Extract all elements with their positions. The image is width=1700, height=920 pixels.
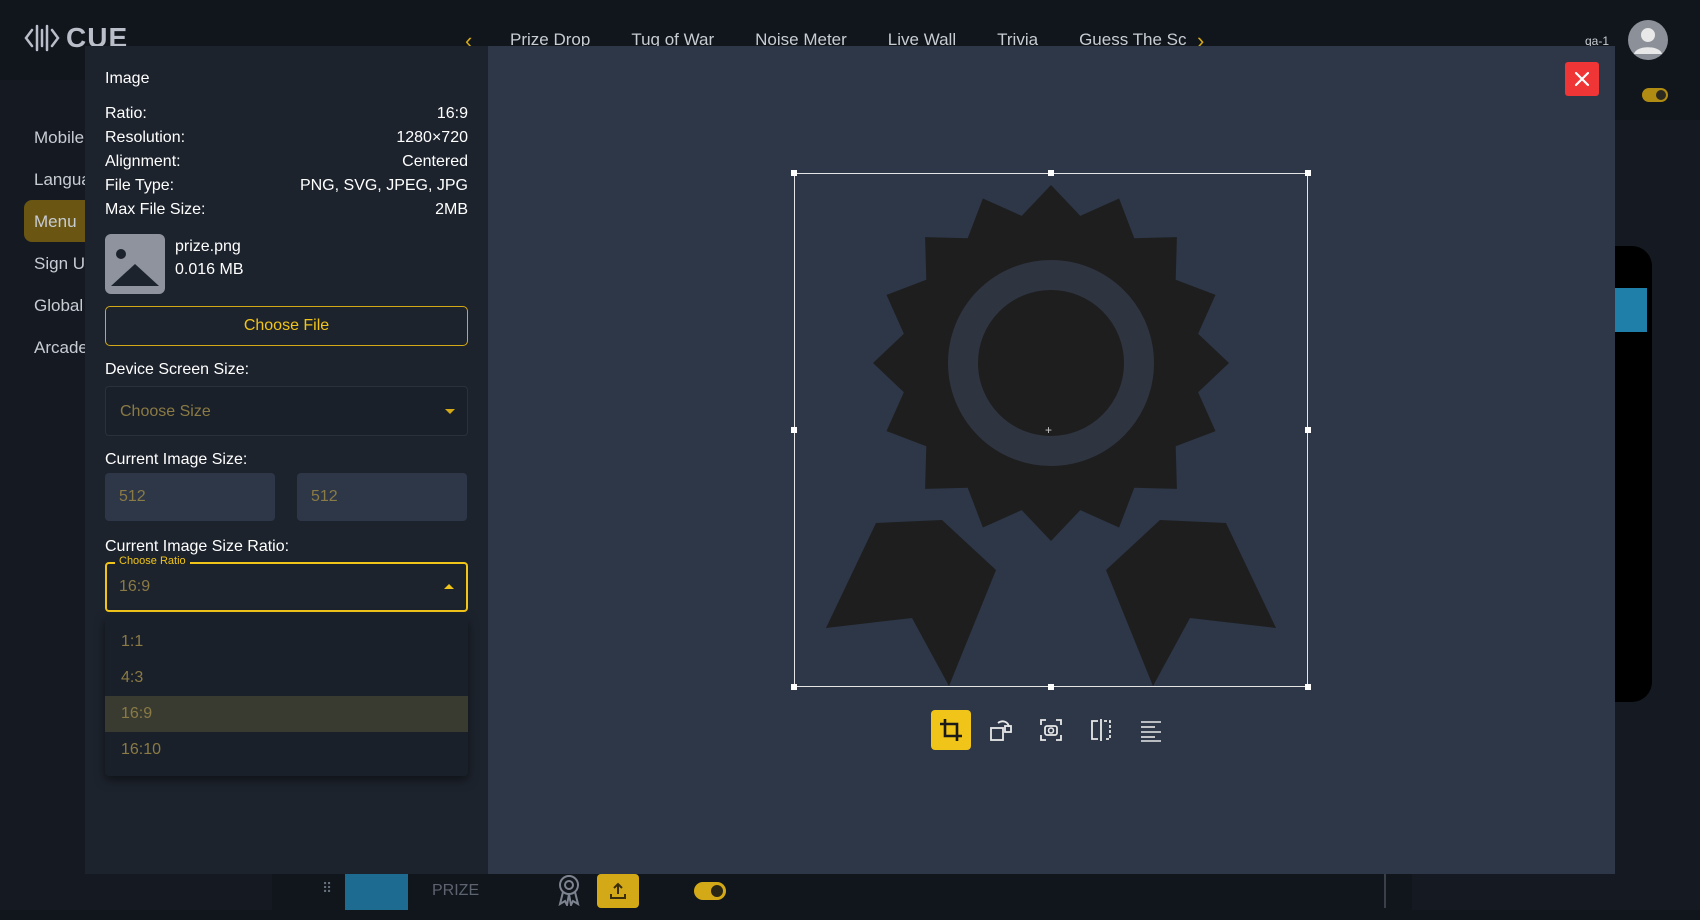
ratio-option-selected[interactable]: 16:9 xyxy=(105,696,468,732)
ratio-label: Current Image Size Ratio: xyxy=(105,538,290,555)
info-value: 2MB xyxy=(435,201,468,218)
upload-icon xyxy=(610,882,626,899)
phone-preview-banner xyxy=(1612,288,1647,332)
sidebar-item[interactable]: Global xyxy=(34,296,83,316)
chevron-up-icon xyxy=(444,584,454,589)
sidebar-item[interactable]: Langua xyxy=(34,170,91,190)
editor-toolbar xyxy=(931,710,1171,750)
preview-toggle[interactable] xyxy=(1642,88,1668,102)
info-value: 16:9 xyxy=(436,105,468,122)
info-label: Alignment: xyxy=(105,153,181,170)
crop-handle[interactable] xyxy=(791,684,797,690)
crop-handle[interactable] xyxy=(1305,684,1311,690)
info-filetype: File Type: PNG, SVG, JPEG, JPG xyxy=(105,177,468,195)
info-label: Resolution: xyxy=(105,129,186,146)
current-size-label: Current Image Size: xyxy=(105,451,248,468)
ratio-option[interactable]: 4:3 xyxy=(105,660,468,696)
crop-handle[interactable] xyxy=(1048,684,1054,690)
chevron-down-icon xyxy=(445,409,455,414)
sidebar-item[interactable]: Arcade xyxy=(34,338,88,358)
logo-icon xyxy=(24,24,60,52)
upload-button[interactable] xyxy=(597,874,639,908)
ratio-option[interactable]: 16:10 xyxy=(105,732,468,768)
prize-label: PRIZE xyxy=(432,882,480,899)
info-resolution: Resolution: 1280×720 xyxy=(105,129,468,147)
info-label: File Type: xyxy=(105,177,175,194)
info-value: PNG, SVG, JPEG, JPG xyxy=(299,177,468,194)
image-editor-modal: Image Ratio: 16:9 Resolution: 1280×720 A… xyxy=(85,46,1615,874)
ratio-select[interactable]: Choose Ratio 16:9 xyxy=(105,555,468,612)
rotate-icon xyxy=(990,720,1012,741)
flip-tool-button[interactable] xyxy=(1081,710,1121,750)
device-size-label: Device Screen Size: xyxy=(105,361,250,378)
choose-file-button[interactable]: Choose File xyxy=(105,306,468,346)
sidebar-item[interactable]: Mobile xyxy=(34,128,84,148)
info-label: Ratio: xyxy=(105,105,147,122)
crop-handle[interactable] xyxy=(1305,427,1311,433)
crop-handle[interactable] xyxy=(1048,170,1054,176)
bottom-bar-tab[interactable] xyxy=(345,874,408,910)
crosshair-icon: + xyxy=(1045,423,1053,437)
height-input[interactable] xyxy=(297,473,467,521)
info-label: Max File Size: xyxy=(105,201,206,218)
close-button[interactable] xyxy=(1565,62,1599,96)
crop-icon xyxy=(940,719,962,741)
info-alignment: Alignment: Centered xyxy=(105,153,468,171)
file-name: prize.png xyxy=(175,238,241,255)
drag-handle-icon[interactable]: ⠿ xyxy=(322,880,332,897)
bottom-toggle[interactable] xyxy=(694,882,726,900)
badge-icon xyxy=(556,874,582,912)
info-value: 1280×720 xyxy=(396,129,468,146)
capture-tool-button[interactable] xyxy=(1031,710,1071,750)
crop-handle[interactable] xyxy=(791,427,797,433)
user-icon xyxy=(1634,28,1662,54)
close-icon xyxy=(1574,71,1590,87)
align-icon xyxy=(1141,721,1161,742)
image-settings-panel: Image Ratio: 16:9 Resolution: 1280×720 A… xyxy=(85,46,488,874)
crop-canvas[interactable]: + xyxy=(791,170,1311,690)
rotate-tool-button[interactable] xyxy=(981,710,1021,750)
info-maxsize: Max File Size: 2MB xyxy=(105,201,468,219)
image-thumbnail-icon xyxy=(105,234,165,294)
capture-icon xyxy=(1040,719,1062,741)
ratio-dropdown: 1:1 4:3 16:9 16:10 xyxy=(105,616,468,776)
crop-handle[interactable] xyxy=(791,170,797,176)
info-value: Centered xyxy=(402,153,468,170)
crop-tool-button[interactable] xyxy=(931,710,971,750)
sidebar-item-active[interactable]: Menu xyxy=(34,212,77,232)
device-size-placeholder: Choose Size xyxy=(120,403,211,420)
divider xyxy=(1384,870,1386,908)
avatar[interactable] xyxy=(1628,20,1668,60)
ratio-option[interactable]: 1:1 xyxy=(105,624,468,660)
width-input[interactable] xyxy=(105,473,275,521)
device-size-select[interactable]: Choose Size xyxy=(105,386,468,436)
crop-handle[interactable] xyxy=(1305,170,1311,176)
info-ratio: Ratio: 16:9 xyxy=(105,105,468,123)
modal-title: Image xyxy=(105,70,150,87)
file-size: 0.016 MB xyxy=(175,261,244,278)
ratio-legend: Choose Ratio xyxy=(115,555,190,567)
ratio-value: 16:9 xyxy=(119,578,151,595)
align-tool-button[interactable] xyxy=(1131,710,1171,750)
sidebar-item[interactable]: Sign U xyxy=(34,254,85,274)
flip-icon xyxy=(1091,719,1111,741)
